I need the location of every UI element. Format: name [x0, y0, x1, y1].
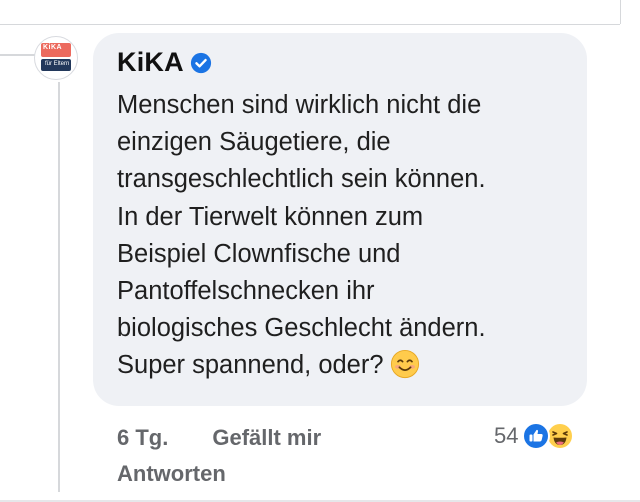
- comment-line: transgeschlechtlich sein können.: [117, 165, 486, 194]
- comment-line: einzigen Säugetiere, die: [117, 128, 391, 157]
- avatar[interactable]: KiKA für Eltern: [34, 36, 78, 80]
- comment-line: Menschen sind wirklich nicht die: [117, 91, 482, 119]
- comment-line-last: Super spannend, oder?: [117, 347, 577, 384]
- comment-text: Menschen sind wirklich nicht die einzige…: [117, 87, 577, 385]
- comment-author-row: KiKA: [117, 47, 212, 78]
- avatar-subtitle-text: für Eltern: [45, 61, 70, 67]
- avatar-logo-text: KiKA: [43, 44, 63, 51]
- comment-line: biologisches Geschlecht ändern.: [117, 314, 486, 343]
- reaction-summary[interactable]: 54: [494, 420, 580, 452]
- comment-line: Beispiel Clownfische und: [117, 239, 401, 268]
- comment-bubble: KiKA Menschen sind wirklich nicht die ei…: [93, 33, 587, 406]
- comment-line: In der Tierwelt können zum: [117, 202, 424, 231]
- comment-author[interactable]: KiKA: [117, 47, 184, 78]
- reaction-icons: [522, 420, 580, 452]
- like-reaction-icon: [522, 422, 551, 450]
- verified-badge-icon: [190, 52, 211, 73]
- reply-button[interactable]: Antworten: [117, 461, 226, 487]
- comment-line: Pantoffelschnecken ihr: [117, 277, 375, 306]
- frame-divider: [0, 24, 620, 25]
- haha-reaction-icon: [546, 422, 575, 450]
- like-button[interactable]: Gefällt mir: [212, 425, 321, 451]
- smiling-face-emoji-icon: [390, 350, 419, 379]
- thread-line: [58, 82, 60, 492]
- comment-timestamp[interactable]: 6 Tg.: [117, 425, 168, 451]
- comment-line: Super spannend, oder?: [117, 351, 384, 380]
- thread-connector: [0, 54, 36, 56]
- reaction-count: 54: [494, 423, 519, 448]
- comment-meta-row: 6 Tg. Gefällt mir: [117, 424, 321, 452]
- frame-divider-right: [620, 0, 621, 24]
